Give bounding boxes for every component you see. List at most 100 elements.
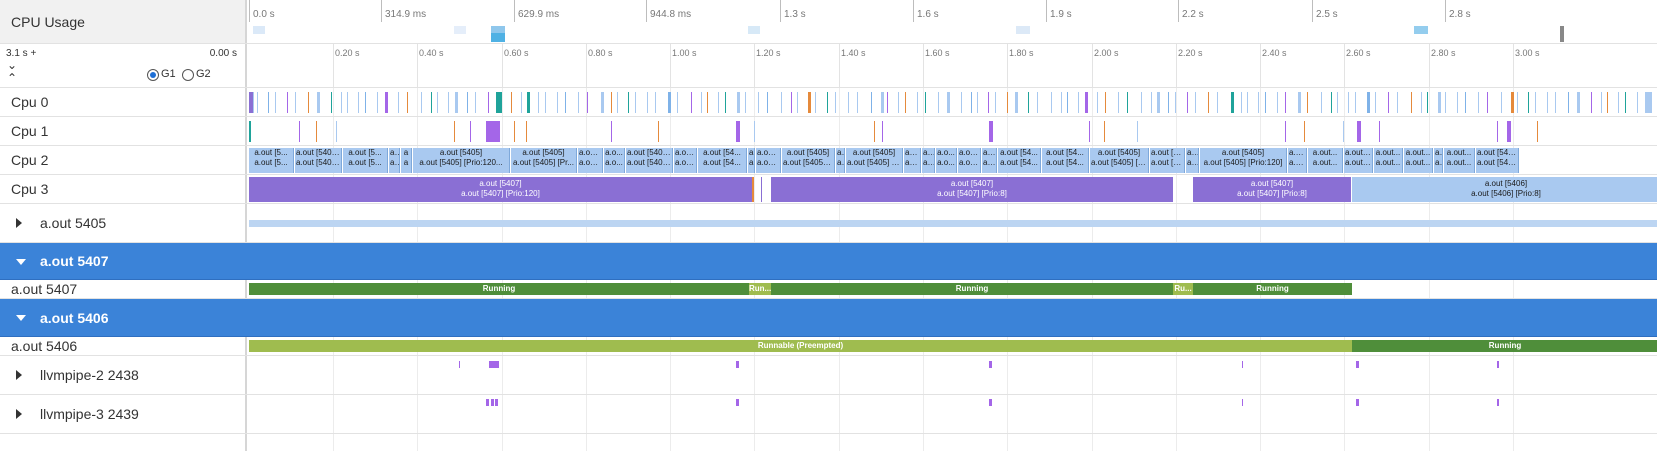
- thread-state[interactable]: Running: [249, 283, 749, 295]
- cpu-slice[interactable]: a.out [5405]a.out [5405] [Prio:...: [1150, 148, 1185, 173]
- cpu-slice[interactable]: a.out...a.out...: [958, 148, 981, 173]
- slice-detail: a.out [5405] [Prio:120...: [419, 158, 503, 167]
- cpu-slice: [1304, 121, 1305, 142]
- process-row-5405[interactable]: a.out 5405: [0, 204, 1657, 243]
- process-row-5407[interactable]: a.out 5407: [0, 243, 1657, 280]
- thread-state[interactable]: Runnable (Preempted): [249, 340, 1352, 352]
- cpu-slice[interactable]: a.out [5405] a.out [5405] [Pr...: [511, 148, 577, 173]
- ruler-tick-label: 2.00 s: [1094, 48, 1119, 58]
- slice-detail: a.out...: [1405, 158, 1431, 167]
- cpu-slice[interactable]: a.out...a.out...: [1374, 148, 1403, 173]
- cpu-slice[interactable]: a.out [... a.out [...: [1344, 148, 1373, 173]
- cpu-slice[interactable]: a.out [5405] a.out [5405] [Prio:120]: [1200, 148, 1287, 173]
- thread-state[interactable]: Ru...: [1173, 283, 1193, 295]
- cpu-slice[interactable]: a.out...a.out...: [578, 148, 603, 173]
- viewport-handle[interactable]: [1560, 26, 1564, 42]
- cpu-slice[interactable]: a.out...a.out...: [1444, 148, 1475, 173]
- cpu-slice[interactable]: a.out [5405]a.out [5405] [Prio...: [1090, 148, 1149, 173]
- llvmpipe-2-track[interactable]: [249, 356, 1657, 394]
- cpu-slice: [1343, 121, 1344, 142]
- thread-state[interactable]: Running: [1193, 283, 1352, 295]
- grid-line: [1344, 434, 1345, 451]
- cpu-slice[interactable]: a.out [5407] a.out [5407] [Prio:120]: [249, 177, 752, 202]
- ruler-track[interactable]: 0.20 s 0.40 s 0.60 s 0.80 s 1.00 s 1.20 s 1.40…: [249, 44, 1657, 87]
- cpu-slice[interactable]: a.out [5407] a.out [5407] [Prio:8]: [1193, 177, 1351, 202]
- thread-state[interactable]: Running: [1352, 340, 1657, 352]
- process-row-llvmpipe-3[interactable]: llvmpipe-3 2439: [0, 395, 1657, 434]
- cpu-2-track[interactable]: a.out [5... a.out [5... a.out [5405... a.ou…: [249, 146, 1657, 174]
- cpu-slice[interactable]: a.out...a.out...: [1404, 148, 1433, 173]
- cpu-slice: [1118, 92, 1119, 113]
- grid-line: [923, 395, 924, 433]
- thread-5406-track[interactable]: Runnable (Preempted) Running: [249, 337, 1657, 355]
- process-5405-track[interactable]: [249, 204, 1657, 242]
- cpu-slice: [611, 121, 612, 142]
- cpu-slice[interactable]: a.out...a.out...: [1308, 148, 1343, 173]
- cpu-slice[interactable]: a.out [5... a.out [5...: [249, 148, 294, 173]
- cpu-0-track[interactable]: [249, 88, 1657, 116]
- cpu-slice[interactable]: a...a...: [389, 148, 400, 173]
- process-label-cell: llvmpipe-3 2439: [0, 395, 247, 433]
- cpu-slice[interactable]: a.o...a.o...: [936, 148, 957, 173]
- cpu-1-track[interactable]: [249, 117, 1657, 145]
- g1-label: G1: [161, 68, 176, 80]
- collapse-all-icon[interactable]: ⌃: [7, 72, 17, 84]
- cpu-slice[interactable]: a.out [54... a.out [54...: [1042, 148, 1089, 173]
- cpu-slice[interactable]: a...a...: [1186, 148, 1199, 173]
- thread-5407-track[interactable]: Running Run... Running Ru... Running: [249, 280, 1657, 298]
- cpu-slice[interactable]: a.out [5405] a.out [5405] ...: [782, 148, 835, 173]
- cpu-slice[interactable]: a.o...a.o...: [604, 148, 625, 173]
- cpu-slice[interactable]: a...a...: [922, 148, 935, 173]
- cpu-row-1[interactable]: Cpu 1: [0, 117, 1657, 146]
- cpu-slice[interactable]: a.out [5405] a.out [5405] [Prio:120...: [413, 148, 510, 173]
- cpu-slice[interactable]: aa: [401, 148, 412, 173]
- cpu-slice[interactable]: a.o...a.o...: [982, 148, 997, 173]
- cpu-slice: [1195, 92, 1196, 113]
- grid-line: [1092, 395, 1093, 433]
- cpu-slice[interactable]: a.out [5407] a.out [5407] [Prio:8]: [771, 177, 1173, 202]
- cpu-slice[interactable]: a.out [54... a.out [54...: [698, 148, 747, 173]
- cpu-slice: [1591, 92, 1592, 113]
- cpu-slice[interactable]: a.out [5405] a.out [5405] [P...: [846, 148, 903, 173]
- overview-label-cell: CPU Usage: [0, 0, 247, 43]
- cpu-slice[interactable]: a.o...a.o...: [1288, 148, 1307, 173]
- cpu-slice[interactable]: a.out [540... a.out [540...: [1476, 148, 1519, 173]
- g1-radio[interactable]: [147, 69, 159, 81]
- cpu-row-2[interactable]: Cpu 2 a.out [5... a.out [5... a.out [5405.…: [0, 146, 1657, 175]
- cpu-slice[interactable]: a.out [5405... a.out [5405...: [626, 148, 673, 173]
- cpu-usage-overview[interactable]: CPU Usage 0.0 s 314.9 ms 629.9 ms 944.8 ms 1…: [0, 0, 1657, 44]
- cpu-slice[interactable]: a...a...: [836, 148, 845, 173]
- cpu-row-3[interactable]: Cpu 3 a.out [5407] a.out [5407] [Prio:120…: [0, 175, 1657, 204]
- thread-row-5407[interactable]: a.out 5407 Running Run... Running Ru... Runn…: [0, 280, 1657, 299]
- slice-detail: a.out [5407] [Prio:8]: [1237, 189, 1307, 198]
- thread-state[interactable]: Run...: [749, 283, 771, 295]
- ruler-tick: [923, 44, 924, 87]
- cpu-slice[interactable]: a.out [5406] a.out [5406] [Prio:8]: [1352, 177, 1657, 202]
- cpu-slice[interactable]: aa: [748, 148, 755, 173]
- llvmpipe-3-track[interactable]: [249, 395, 1657, 433]
- cpu-slice: [736, 121, 740, 142]
- process-row-5406[interactable]: a.out 5406: [0, 299, 1657, 337]
- expand-caret-icon[interactable]: [16, 409, 22, 419]
- cpu-slice[interactable]: a.out [5... a.out [5...: [343, 148, 388, 173]
- expand-all-icon[interactable]: ⌄: [7, 59, 17, 71]
- cpu-3-track[interactable]: a.out [5407] a.out [5407] [Prio:120] a.out…: [249, 175, 1657, 203]
- thread-row-5406[interactable]: a.out 5406 Runnable (Preempted) Running: [0, 337, 1657, 356]
- cpu-slice[interactable]: a.ou... a.ou...: [756, 148, 781, 173]
- cpu-slice[interactable]: a.ou... a.ou...: [674, 148, 697, 173]
- collapse-caret-icon[interactable]: [16, 259, 26, 265]
- cpu-slice[interactable]: a...a...: [1434, 148, 1443, 173]
- collapse-caret-icon[interactable]: [16, 315, 26, 321]
- cpu-slice: [317, 92, 320, 113]
- thread-state[interactable]: Running: [771, 283, 1173, 295]
- cpu-slice[interactable]: a.out [5405... a.out [5405...: [295, 148, 342, 173]
- process-row-llvmpipe-2[interactable]: llvmpipe-2 2438: [0, 356, 1657, 395]
- expand-caret-icon[interactable]: [16, 370, 22, 380]
- cpu-slice[interactable]: a.o...a.o...: [904, 148, 921, 173]
- cpu-slice[interactable]: a.out [54... a.out [54...: [998, 148, 1041, 173]
- expand-caret-icon[interactable]: [16, 218, 22, 228]
- overview-track[interactable]: 0.0 s 314.9 ms 629.9 ms 944.8 ms 1.3 s 1.6 s 1…: [249, 0, 1657, 43]
- g2-radio[interactable]: [182, 69, 194, 81]
- time-ruler[interactable]: 3.1 s + 0.00 s ⌄ ⌃ G1 G2 0.20 s 0.40 s 0.6…: [0, 44, 1657, 88]
- cpu-row-0[interactable]: Cpu 0: [0, 88, 1657, 117]
